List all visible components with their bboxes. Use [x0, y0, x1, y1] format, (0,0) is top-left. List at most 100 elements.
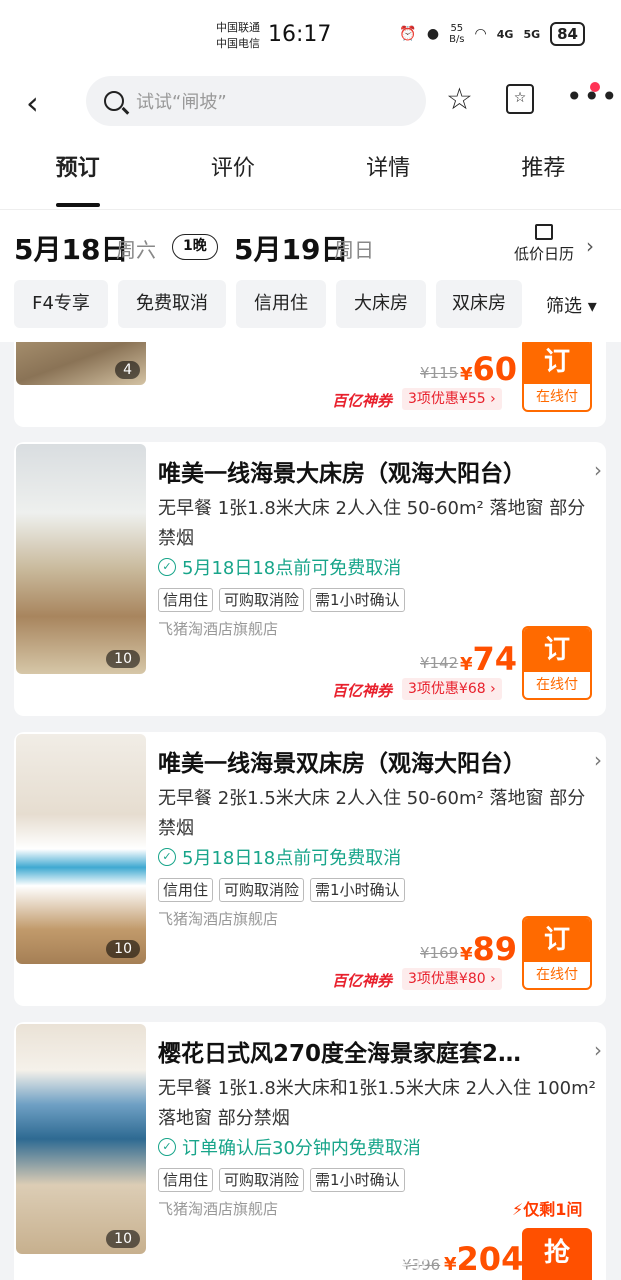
- tag: 需1小时确认: [310, 1168, 405, 1192]
- price: ¥60: [460, 350, 517, 388]
- photo-count: 10: [106, 1230, 140, 1248]
- check-circle-icon: ✓: [158, 558, 176, 576]
- book-label: 订: [524, 342, 590, 384]
- tab-recommend[interactable]: 推荐: [466, 134, 621, 209]
- coupon-brand: 百亿神券: [332, 972, 393, 990]
- search-placeholder: 试试“闸坡”: [136, 92, 227, 113]
- rooms-left-badge: ⚡仅剩1间: [512, 1200, 583, 1219]
- carrier-info: 中国联通 中国电信: [216, 20, 260, 52]
- tag: 信用住: [158, 878, 214, 902]
- calendar-icon: [535, 224, 553, 240]
- tag: 需1小时确认: [310, 588, 405, 612]
- room-description: 无早餐 1张1.8米大床 2人入住 50-60m² 落地窗 部分禁烟: [158, 498, 586, 549]
- filter-chip-f4[interactable]: F4专享: [14, 280, 108, 328]
- checkin-date[interactable]: 5月18日: [14, 228, 128, 268]
- filter-label: 筛选: [546, 296, 582, 317]
- photo-count: 10: [106, 940, 140, 958]
- original-price: ¥169: [420, 944, 459, 962]
- room-title[interactable]: 樱花日式风270度全海景家庭套2…: [158, 1034, 578, 1068]
- check-circle-icon: ✓: [158, 1138, 176, 1156]
- back-icon[interactable]: ‹: [26, 84, 39, 122]
- chevron-right-icon[interactable]: ›: [594, 748, 602, 772]
- room-card[interactable]: 4 ¥115 ¥60 订 在线付 百亿神券 3项优惠¥55 ›: [14, 342, 606, 427]
- low-price-calendar-button[interactable]: 低价日历: [514, 224, 574, 264]
- shop-name: 飞猪淘酒店旗舰店: [158, 910, 279, 928]
- tab-reviews[interactable]: 评价: [155, 134, 310, 209]
- battery-indicator: 84: [550, 22, 585, 46]
- net-speed-unit: B/s: [449, 34, 465, 45]
- shopping-bag-icon[interactable]: ☆: [506, 84, 534, 114]
- tab-details[interactable]: 详情: [311, 134, 466, 209]
- price-value: 60: [472, 350, 518, 388]
- original-price: ¥115: [420, 364, 459, 382]
- currency: ¥: [460, 654, 473, 675]
- signal-4g: 4G: [496, 27, 514, 41]
- favorite-star-icon[interactable]: ☆: [446, 82, 473, 117]
- chevron-right-icon[interactable]: ›: [594, 458, 602, 482]
- coupon-brand: 百亿神券: [332, 392, 393, 410]
- notification-dot: [590, 82, 600, 92]
- room-tags: 信用住 可购取消险 需1小时确认: [158, 878, 405, 902]
- tag: 可购取消险: [219, 1168, 305, 1192]
- check-circle-icon: ✓: [158, 848, 176, 866]
- nights-badge: 1晚: [172, 234, 218, 260]
- status-bar: 中国联通 中国电信 16:17 ⏰ ● 55 B/s ◠ 4G 5G 84: [0, 0, 621, 70]
- carrier-1: 中国联通: [216, 21, 260, 34]
- search-icon: [104, 91, 124, 111]
- shop-name: 飞猪淘酒店旗舰店: [158, 1200, 279, 1218]
- system-icons: ⏰ ● 55 B/s ◠ 4G 5G 84: [399, 22, 585, 46]
- room-card[interactable]: 10 唯美一线海景双床房（观海大阳台） › 无早餐 2张1.5米大床 2人入住 …: [14, 732, 606, 1006]
- cancel-text: 5月18日18点前可免费取消: [182, 558, 402, 579]
- coupon-badge[interactable]: 3项优惠¥80 ›: [402, 968, 502, 990]
- location-icon: ●: [426, 26, 440, 42]
- search-input[interactable]: 试试“闸坡”: [86, 76, 426, 126]
- shop-name: 飞猪淘酒店旗舰店: [158, 620, 279, 638]
- tag: 可购取消险: [219, 588, 305, 612]
- room-photo[interactable]: 10: [16, 734, 146, 964]
- tag: 需1小时确认: [310, 878, 405, 902]
- book-button[interactable]: 订 在线付: [522, 916, 592, 990]
- book-label: 订: [524, 628, 590, 672]
- clock: 16:17: [268, 22, 332, 47]
- cancel-policy: ✓ 5月18日18点前可免费取消: [158, 554, 401, 580]
- book-button[interactable]: 订 在线付: [522, 342, 592, 412]
- book-label: 订: [524, 918, 590, 962]
- wifi-icon: ◠: [474, 26, 487, 42]
- coupon-badge[interactable]: 3项优惠¥55 ›: [402, 388, 502, 410]
- alarm-icon: ⏰: [399, 26, 417, 42]
- coupon-badge[interactable]: 3项优惠¥68 ›: [402, 678, 502, 700]
- signal-5g: 5G: [523, 27, 541, 41]
- filter-chip-credit[interactable]: 信用住: [236, 280, 326, 328]
- net-speed: 55 B/s: [449, 23, 464, 45]
- tab-booking[interactable]: 预订: [0, 134, 155, 209]
- filter-chip-twin-bed[interactable]: 双床房: [436, 280, 522, 328]
- room-photo[interactable]: 4: [16, 342, 146, 385]
- watermark: 飞客在线 WWW.GDMM.COM: [300, 1246, 428, 1280]
- nav-bar: ‹ 试试“闸坡” ☆ ☆ •••: [0, 70, 621, 134]
- cancel-policy: ✓ 5月18日18点前可免费取消: [158, 844, 401, 870]
- tag: 可购取消险: [219, 878, 305, 902]
- filter-chip-king-bed[interactable]: 大床房: [336, 280, 426, 328]
- currency: ¥: [460, 944, 473, 965]
- chevron-right-icon[interactable]: ›: [594, 1038, 602, 1062]
- date-selector[interactable]: 5月18日 周六 1晚 5月19日 周日 低价日历 ›: [0, 210, 621, 280]
- currency: ¥: [460, 364, 473, 385]
- room-tags: 信用住 可购取消险 需1小时确认: [158, 588, 405, 612]
- filter-button[interactable]: 筛选 ▾: [546, 292, 597, 318]
- photo-count: 4: [115, 361, 140, 379]
- room-title[interactable]: 唯美一线海景双床房（观海大阳台）: [158, 744, 578, 778]
- room-photo[interactable]: 10: [16, 444, 146, 674]
- book-button[interactable]: 订 在线付: [522, 626, 592, 700]
- filter-chip-free-cancel[interactable]: 免费取消: [118, 280, 226, 328]
- photo-count: 10: [106, 650, 140, 668]
- price-value: 89: [472, 930, 518, 968]
- room-description: 无早餐 2张1.5米大床 2人入住 50-60m² 落地窗 部分禁烟: [158, 788, 586, 839]
- room-title[interactable]: 唯美一线海景大床房（观海大阳台）: [158, 454, 578, 488]
- net-speed-value: 55: [450, 23, 464, 34]
- pay-label: 在线付: [536, 677, 578, 693]
- tag: 信用住: [158, 1168, 214, 1192]
- checkout-date[interactable]: 5月19日: [234, 228, 348, 268]
- room-card[interactable]: 10 唯美一线海景大床房（观海大阳台） › 无早餐 1张1.8米大床 2人入住 …: [14, 442, 606, 716]
- room-photo[interactable]: 10: [16, 1024, 146, 1254]
- room-description: 无早餐 1张1.8米大床和1张1.5米大床 2人入住 100m² 落地窗 部分禁…: [158, 1078, 596, 1129]
